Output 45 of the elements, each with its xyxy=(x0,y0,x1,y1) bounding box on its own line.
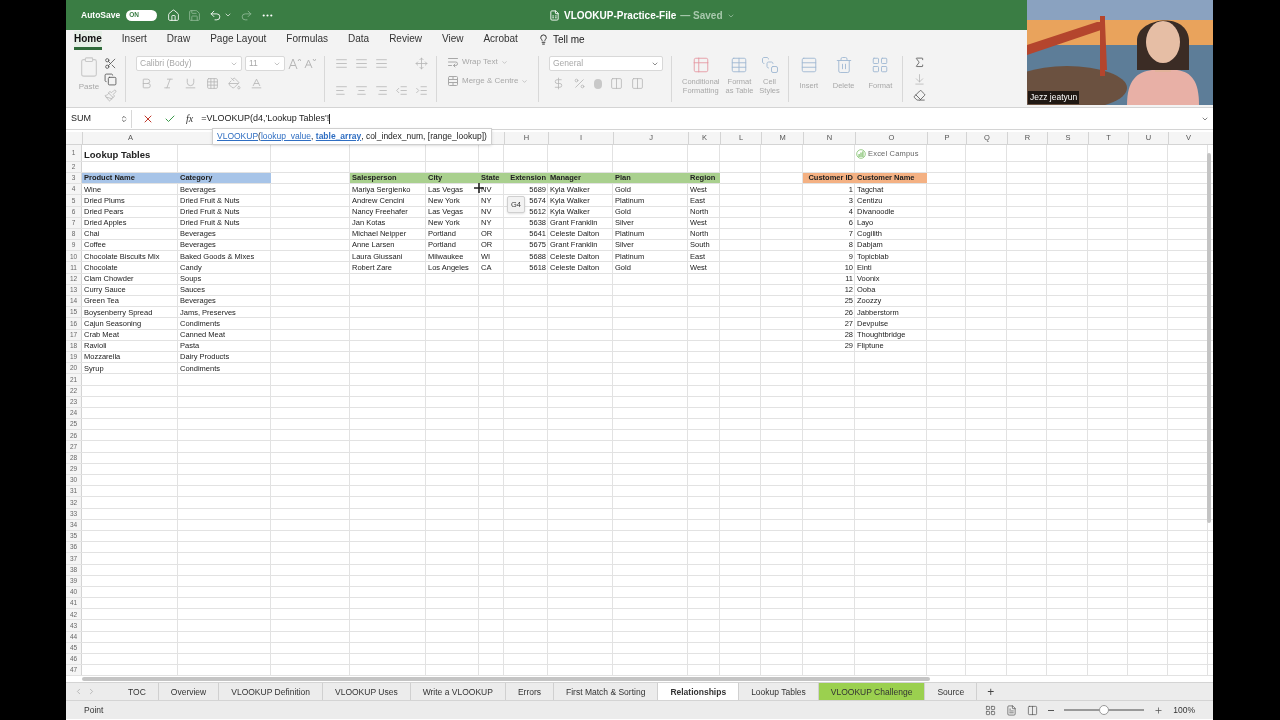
add-sheet-button[interactable]: + xyxy=(977,683,1005,701)
vertical-scrollbar[interactable] xyxy=(1207,153,1211,523)
document-icon xyxy=(549,10,560,21)
current-argument[interactable]: table_array xyxy=(315,130,362,143)
status-mode: Point xyxy=(84,704,104,717)
autosave-label: AutoSave xyxy=(81,8,121,22)
name-box[interactable]: SUM xyxy=(68,109,132,128)
tooltip-text: , col_index_num, [range_lookup]) xyxy=(361,130,487,143)
file-name: VLOOKUP-Practice-File xyxy=(564,9,677,23)
spinner-icon xyxy=(120,114,128,123)
save-icon[interactable] xyxy=(188,8,202,22)
ribbon-tab[interactable]: Home xyxy=(74,31,102,50)
horizontal-scrollbar[interactable] xyxy=(82,677,930,682)
function-button[interactable]: fx xyxy=(186,111,194,126)
participant-name: Jezz jeatyun xyxy=(1028,91,1080,104)
undo-icon[interactable] xyxy=(209,8,223,22)
previous-sheet-icon[interactable] xyxy=(74,687,83,697)
normal-view-icon[interactable] xyxy=(985,704,997,716)
tooltip-text: , xyxy=(311,130,315,143)
zoom-in-icon[interactable] xyxy=(1154,705,1164,715)
page-layout-icon[interactable] xyxy=(1006,704,1018,716)
wrap-text-icon xyxy=(447,56,459,68)
formula-field[interactable]: =VLOOKUP(d4,'Lookup Tables'! xyxy=(201,111,1201,126)
home-icon[interactable] xyxy=(167,8,181,22)
chart-logo-icon xyxy=(856,148,866,159)
sheet-tab[interactable]: VLOOKUP Challenge xyxy=(818,683,926,701)
caret-icon xyxy=(500,58,508,66)
save-status: — Saved xyxy=(680,9,723,23)
tell-me-field[interactable]: Tell me xyxy=(537,32,585,50)
tooltip-text: ( xyxy=(258,130,261,143)
page-break-icon[interactable] xyxy=(1027,704,1039,716)
function-link[interactable]: VLOOKUP xyxy=(217,130,259,143)
zoom-thumb[interactable] xyxy=(1099,705,1110,716)
caret-icon[interactable] xyxy=(224,11,233,19)
clipboard-icon xyxy=(78,56,100,78)
zoom-level: 100% xyxy=(1173,704,1195,717)
merge-icon xyxy=(447,75,459,87)
stacked-squares-icon xyxy=(759,56,780,74)
caret-icon xyxy=(521,77,529,85)
zoom-out-icon[interactable] xyxy=(1048,709,1055,712)
sheet-tab[interactable]: Relationships xyxy=(658,683,740,701)
next-sheet-icon[interactable] xyxy=(87,687,96,697)
sheet-title: Lookup Tables xyxy=(84,148,151,162)
lightbulb-icon xyxy=(537,34,549,45)
redo-icon[interactable] xyxy=(240,8,254,22)
